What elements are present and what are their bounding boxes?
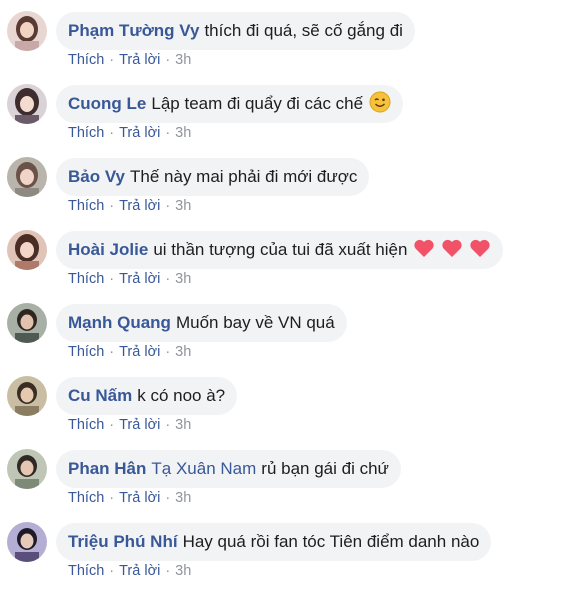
comment-actions: Thích · Trả lời · 3h xyxy=(68,344,191,360)
comment-item: Phan Hân Tạ Xuân Nam rủ bạn gái đi chứ T… xyxy=(0,438,580,510)
comment-item: Bảo Vy Thế này mai phải đi mới được Thíc… xyxy=(0,146,580,218)
timestamp[interactable]: 3h xyxy=(175,417,191,433)
wink-smile-emoji-icon xyxy=(369,91,391,118)
comment-actions: Thích · Trả lời · 3h xyxy=(68,417,191,433)
reply-link[interactable]: Trả lời xyxy=(119,344,160,360)
avatar[interactable] xyxy=(7,449,47,489)
mention-link[interactable]: Tạ Xuân Nam xyxy=(151,459,256,479)
like-link[interactable]: Thích xyxy=(68,271,104,287)
comment-item: Mạnh Quang Muốn bay về VN quá Thích · Tr… xyxy=(0,292,580,364)
comment-author[interactable]: Phan Hân xyxy=(68,459,146,479)
separator: · xyxy=(109,417,115,433)
comment-item: Hoài Jolie ui thần tượng của tui đã xuất… xyxy=(0,219,580,291)
separator: · xyxy=(165,198,171,214)
reply-link[interactable]: Trả lời xyxy=(119,125,160,141)
comment-item: Phạm Tường Vy thích đi quá, sẽ cố gắng đ… xyxy=(0,0,580,72)
separator: · xyxy=(165,271,171,287)
separator: · xyxy=(165,490,171,506)
comment-actions: Thích · Trả lời · 3h xyxy=(68,490,191,506)
reply-link[interactable]: Trả lời xyxy=(119,563,160,579)
avatar[interactable] xyxy=(7,230,47,270)
separator: · xyxy=(109,125,115,141)
timestamp[interactable]: 3h xyxy=(175,490,191,506)
heart-emoji-icon xyxy=(441,238,463,263)
comment-bubble: Phạm Tường Vy thích đi quá, sẽ cố gắng đ… xyxy=(56,12,415,50)
like-link[interactable]: Thích xyxy=(68,198,104,214)
comment-author[interactable]: Hoài Jolie xyxy=(68,240,148,260)
separator: · xyxy=(165,125,171,141)
comment-actions: Thích · Trả lời · 3h xyxy=(68,563,191,579)
comment-bubble: Hoài Jolie ui thần tượng của tui đã xuất… xyxy=(56,231,504,269)
separator: · xyxy=(109,271,115,287)
reply-link[interactable]: Trả lời xyxy=(119,490,160,506)
like-link[interactable]: Thích xyxy=(68,563,104,579)
comment-bubble: Phan Hân Tạ Xuân Nam rủ bạn gái đi chứ xyxy=(56,450,401,488)
comment-author[interactable]: Triệu Phú Nhí xyxy=(68,532,178,552)
comment-bubble: Triệu Phú Nhí Hay quá rồi fan tóc Tiên đ… xyxy=(56,523,492,561)
comment-text: Hay quá rồi fan tóc Tiên điểm danh nào xyxy=(182,532,480,551)
reply-link[interactable]: Trả lời xyxy=(119,52,160,68)
separator: · xyxy=(165,563,171,579)
avatar[interactable] xyxy=(7,84,47,124)
like-link[interactable]: Thích xyxy=(68,490,104,506)
separator: · xyxy=(109,344,115,360)
comment-bubble: Bảo Vy Thế này mai phải đi mới được xyxy=(56,158,370,196)
separator: · xyxy=(165,344,171,360)
comment-text: Thế này mai phải đi mới được xyxy=(130,167,358,186)
comment-author[interactable]: Phạm Tường Vy xyxy=(68,21,199,41)
comment-item: Triệu Phú Nhí Hay quá rồi fan tóc Tiên đ… xyxy=(0,511,580,583)
comment-bubble: Cuong Le Lập team đi quẩy đi các chế xyxy=(56,85,404,123)
comment-author[interactable]: Cu Nấm xyxy=(68,386,132,406)
comment-text: thích đi quá, sẽ cố gắng đi xyxy=(204,21,403,40)
separator: · xyxy=(109,198,115,214)
timestamp[interactable]: 3h xyxy=(175,125,191,141)
comment-item: Cuong Le Lập team đi quẩy đi các chế Thí… xyxy=(0,73,580,145)
like-link[interactable]: Thích xyxy=(68,417,104,433)
comment-text: ui thần tượng của tui đã xuất hiện xyxy=(153,240,408,259)
like-link[interactable]: Thích xyxy=(68,52,104,68)
comment-bubble: Mạnh Quang Muốn bay về VN quá xyxy=(56,304,347,342)
comment-text: rủ bạn gái đi chứ xyxy=(261,459,389,478)
avatar[interactable] xyxy=(7,522,47,562)
avatar[interactable] xyxy=(7,11,47,51)
separator: · xyxy=(109,490,115,506)
reply-link[interactable]: Trả lời xyxy=(119,271,160,287)
separator: · xyxy=(109,52,115,68)
comment-actions: Thích · Trả lời · 3h xyxy=(68,52,191,68)
timestamp[interactable]: 3h xyxy=(175,344,191,360)
comment-text: Muốn bay về VN quá xyxy=(175,313,335,332)
like-link[interactable]: Thích xyxy=(68,125,104,141)
avatar[interactable] xyxy=(7,376,47,416)
comment-item: Cu Nấm k có noo à? Thích · Trả lời · 3h xyxy=(0,365,580,437)
comment-author[interactable]: Cuong Le xyxy=(68,94,146,114)
separator: · xyxy=(109,563,115,579)
reply-link[interactable]: Trả lời xyxy=(119,198,160,214)
comment-text: k có noo à? xyxy=(137,386,226,405)
avatar[interactable] xyxy=(7,303,47,343)
comment-actions: Thích · Trả lời · 3h xyxy=(68,198,191,214)
avatar[interactable] xyxy=(7,157,47,197)
timestamp[interactable]: 3h xyxy=(175,271,191,287)
comment-text: Lập team đi quẩy đi các chế xyxy=(151,94,364,113)
timestamp[interactable]: 3h xyxy=(175,563,191,579)
reply-link[interactable]: Trả lời xyxy=(119,417,160,433)
comment-actions: Thích · Trả lời · 3h xyxy=(68,271,191,287)
comment-author[interactable]: Mạnh Quang xyxy=(68,313,171,333)
like-link[interactable]: Thích xyxy=(68,344,104,360)
separator: · xyxy=(165,417,171,433)
comment-bubble: Cu Nấm k có noo à? xyxy=(56,377,238,415)
heart-emoji-icon xyxy=(413,238,435,263)
timestamp[interactable]: 3h xyxy=(175,52,191,68)
comment-actions: Thích · Trả lời · 3h xyxy=(68,125,191,141)
timestamp[interactable]: 3h xyxy=(175,198,191,214)
comment-author[interactable]: Bảo Vy xyxy=(68,167,125,187)
separator: · xyxy=(165,52,171,68)
heart-emoji-icon xyxy=(469,238,491,263)
